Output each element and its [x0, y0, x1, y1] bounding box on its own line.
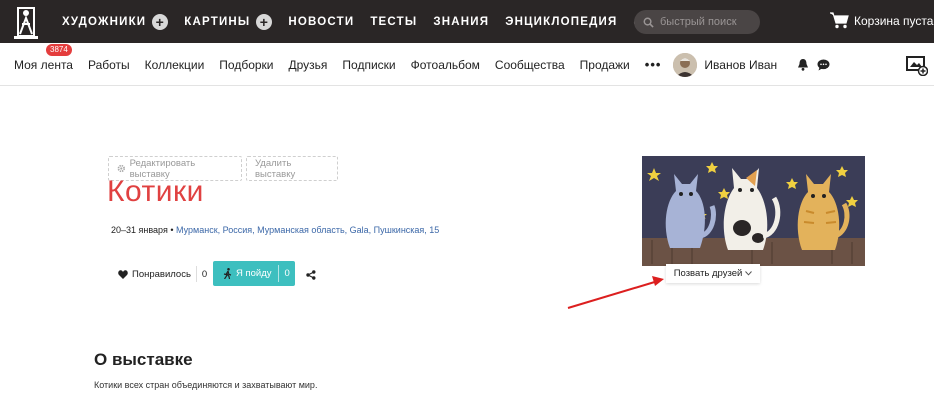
- attend-label: Я пойду: [236, 268, 272, 279]
- subnav-friends[interactable]: Друзья: [289, 58, 328, 72]
- gear-icon: [117, 164, 125, 173]
- share-icon[interactable]: [306, 267, 316, 285]
- subnav-selections[interactable]: Подборки: [219, 58, 273, 72]
- add-painting-icon[interactable]: +: [256, 13, 273, 30]
- subnav-my-feed[interactable]: Моя лента 3874: [14, 43, 73, 72]
- nav-artists[interactable]: Художники +: [62, 13, 169, 30]
- add-artist-icon[interactable]: +: [152, 13, 169, 30]
- search-icon: [643, 17, 654, 28]
- attend-count: 0: [284, 268, 290, 279]
- attend-divider: [277, 265, 279, 282]
- subnav-collections[interactable]: Коллекции: [145, 58, 205, 72]
- like-count: 0: [201, 268, 208, 280]
- like-button[interactable]: Понравилось 0: [118, 266, 207, 282]
- attend-button[interactable]: Я пойду 0: [213, 261, 295, 286]
- avatar: [673, 52, 698, 77]
- nav-paintings[interactable]: Картины +: [184, 13, 273, 30]
- subnav-works[interactable]: Работы: [88, 58, 130, 72]
- cart-label: Корзина пуста: [854, 13, 934, 28]
- add-exhibition-screen-icon[interactable]: [906, 56, 929, 81]
- subnav-sales[interactable]: Продажи: [580, 58, 630, 72]
- about-description: Котики всех стран объединяются и захваты…: [94, 380, 318, 390]
- page-title: Котики: [107, 175, 204, 208]
- subnav-communities[interactable]: Сообщества: [495, 58, 565, 72]
- invite-friends-dropdown[interactable]: Позвать друзей: [666, 264, 760, 283]
- nav-encyclopedia[interactable]: Энциклопедия: [505, 16, 617, 28]
- exhibition-cover-image[interactable]: [642, 156, 865, 266]
- nav-news[interactable]: Новости: [288, 16, 354, 28]
- exhibition-location-link[interactable]: Мурманск, Россия, Мурманская область, Ga…: [176, 225, 439, 235]
- user-nav-bar: Моя лента 3874 Работы Коллекции Подборки…: [0, 43, 934, 86]
- annotation-arrow-icon: [567, 276, 664, 309]
- nav-knowledge[interactable]: Знания: [433, 16, 489, 28]
- chevron-down-icon: [745, 271, 753, 276]
- exhibition-meta: 20–31 января • Мурманск, Россия, Мурманс…: [111, 225, 439, 235]
- nav-tests[interactable]: Тесты: [370, 16, 417, 28]
- main-nav: Художники + Картины + Новости Тесты Знан…: [62, 0, 651, 43]
- about-section-title: О выставке: [94, 350, 193, 369]
- user-name: Иванов Иван: [704, 57, 778, 72]
- like-divider: [195, 266, 197, 282]
- user-profile[interactable]: Иванов Иван: [673, 52, 778, 77]
- subnav-subscriptions[interactable]: Подписки: [342, 58, 395, 72]
- meta-separator: •: [170, 225, 174, 235]
- subnav-photo-album[interactable]: Фотоальбом: [411, 58, 480, 72]
- avatar-portrait-icon: [673, 52, 698, 77]
- delete-exhibition-button[interactable]: Удалить выставку: [246, 156, 338, 181]
- search-input[interactable]: [660, 16, 760, 28]
- invite-friends-label: Позвать друзей: [673, 268, 743, 279]
- messages-chat-icon[interactable]: [817, 59, 830, 71]
- notifications-bell-icon[interactable]: [797, 58, 809, 71]
- feed-count-badge: 3874: [46, 43, 72, 56]
- heart-icon: [118, 269, 128, 279]
- logo-icon[interactable]: [12, 4, 40, 40]
- exhibition-dates: 20–31 января: [111, 225, 168, 235]
- search-box[interactable]: [634, 10, 760, 34]
- cart[interactable]: Корзина пуста: [830, 12, 933, 29]
- cart-icon: [830, 12, 849, 29]
- walking-person-icon: [223, 268, 232, 279]
- top-bar: Художники + Картины + Новости Тесты Знан…: [0, 0, 934, 43]
- user-nav: Моя лента 3874 Работы Коллекции Подборки…: [14, 43, 838, 86]
- subnav-more-icon[interactable]: •••: [645, 57, 662, 72]
- like-label: Понравилось: [132, 268, 191, 280]
